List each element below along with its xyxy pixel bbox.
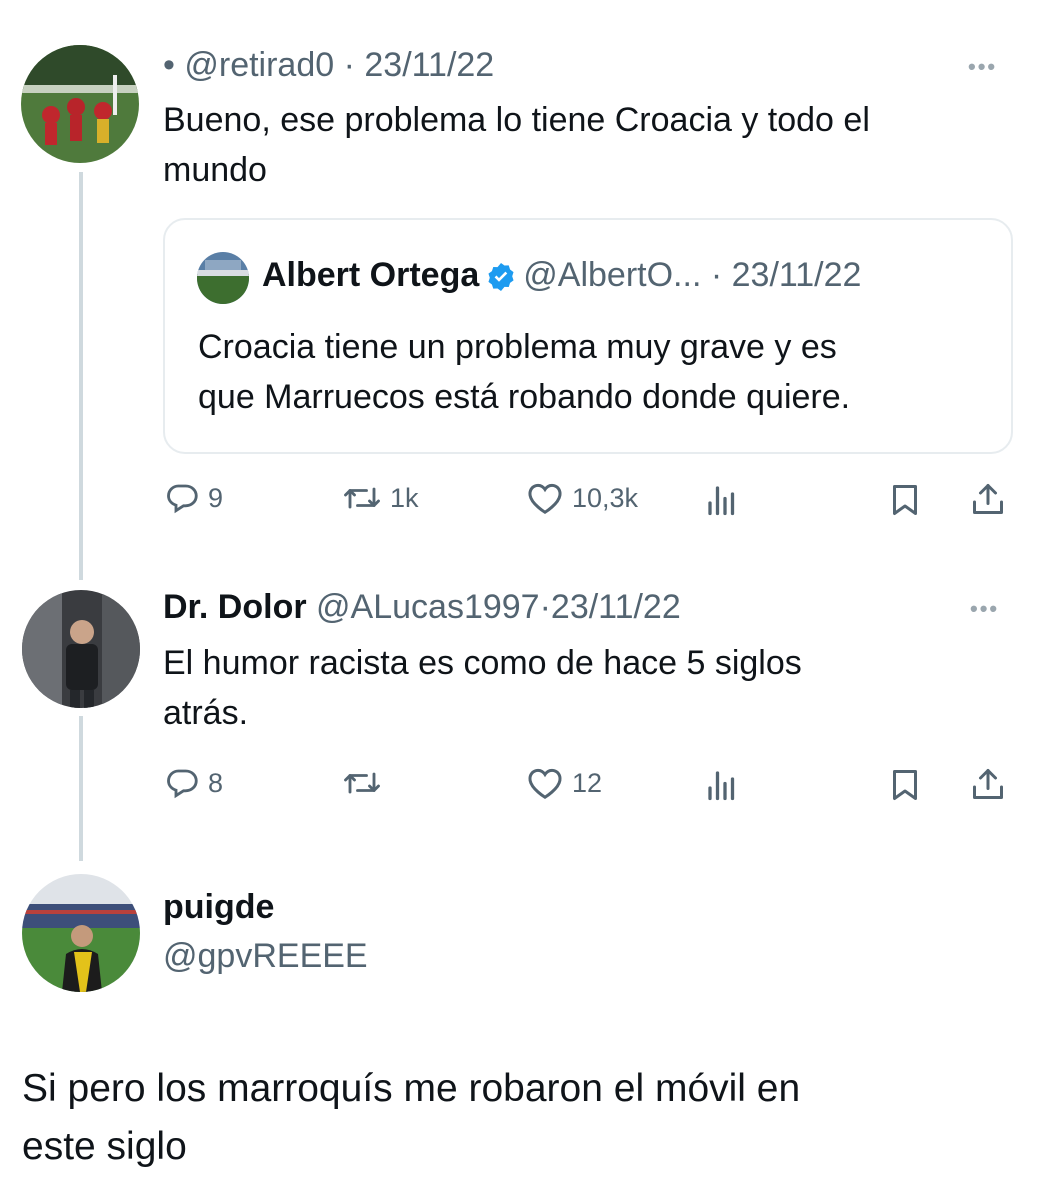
avatar-albert-ortega[interactable] <box>197 252 249 304</box>
tweet1-handle[interactable]: @retirad0 <box>184 46 334 84</box>
tweet1-text-line2: mundo <box>163 151 267 189</box>
quote-author-name[interactable]: Albert Ortega <box>262 256 479 294</box>
tweet2-text-line2: atrás. <box>163 694 249 732</box>
views-icon <box>708 486 735 516</box>
reply-button[interactable]: 8 <box>164 765 223 801</box>
like-count: 10,3k <box>572 482 639 513</box>
tweet2-header: Dr. Dolor @ALucas1997·23/11/22 <box>163 588 681 627</box>
tweet1-header: • @retirad0 · 23/11/22 <box>163 46 494 85</box>
avatar-image <box>21 45 139 163</box>
retweet-icon <box>344 772 380 794</box>
retweet-button[interactable]: 1k <box>342 480 419 516</box>
tweet1-date[interactable]: 23/11/22 <box>364 46 494 84</box>
separator: · <box>710 256 723 294</box>
retweet-count: 1k <box>390 482 419 513</box>
avatar-image <box>22 590 140 708</box>
more-icon[interactable]: ••• <box>970 596 999 622</box>
quote-text-line2: que Marruecos está robando donde quiere. <box>198 378 851 416</box>
retweet-icon <box>344 487 380 509</box>
quote-text: Croacia tiene un problema muy grave y es… <box>198 322 850 422</box>
tweet2-text: El humor racista es como de hace 5 siglo… <box>163 638 802 738</box>
tweet1-text-line1: Bueno, ese problema lo tiene Croacia y t… <box>163 101 870 139</box>
tweet3-text: Si pero los marroquís me robaron el móvi… <box>22 1060 800 1176</box>
quote-author-handle[interactable]: @AlbertO... <box>523 256 701 294</box>
tweet2-date[interactable]: 23/11/22 <box>551 588 681 626</box>
verified-badge-icon <box>488 263 514 292</box>
quote-header: Albert Ortega @AlbertO... · 23/11/22 <box>262 256 861 295</box>
more-icon[interactable]: ••• <box>968 54 997 80</box>
avatar-image <box>22 874 140 992</box>
views-button[interactable] <box>705 767 739 803</box>
like-button[interactable]: 10,3k <box>526 480 638 516</box>
like-count: 12 <box>572 767 603 798</box>
views-icon <box>708 771 735 801</box>
avatar-image <box>197 252 249 304</box>
like-button[interactable]: 12 <box>526 765 602 801</box>
bookmark-button[interactable] <box>888 767 922 803</box>
thread-line-1 <box>79 172 83 580</box>
quote-date[interactable]: 23/11/22 <box>732 256 862 294</box>
tweet3-text-line2: este siglo <box>22 1125 187 1168</box>
share-button[interactable] <box>970 480 1006 518</box>
like-icon <box>528 483 562 515</box>
like-icon <box>528 768 562 800</box>
tweet3-author-name[interactable]: puigde <box>163 888 274 927</box>
reply-icon <box>167 769 198 799</box>
tweet2-text-line1: El humor racista es como de hace 5 siglo… <box>163 644 802 682</box>
reply-count: 8 <box>208 767 224 798</box>
tweet1-text: Bueno, ese problema lo tiene Croacia y t… <box>163 95 870 195</box>
retweet-button[interactable] <box>342 765 390 801</box>
reply-button[interactable]: 9 <box>164 480 223 516</box>
share-button[interactable] <box>970 765 1006 803</box>
bookmark-icon <box>893 770 917 800</box>
separator: · <box>343 46 355 84</box>
share-icon <box>973 484 1003 514</box>
tweet3-handle[interactable]: @gpvREEEE <box>163 937 368 976</box>
avatar-puigde[interactable] <box>22 874 140 992</box>
tweet2-author-name[interactable]: Dr. Dolor <box>163 588 307 626</box>
avatar-retirad0[interactable] <box>21 45 139 163</box>
thread-line-2 <box>79 716 83 861</box>
reply-count: 9 <box>208 482 224 513</box>
bookmark-icon <box>893 485 917 515</box>
bookmark-button[interactable] <box>888 482 922 518</box>
status-dot: • <box>163 46 175 84</box>
share-icon <box>973 769 1003 799</box>
tweet2-handle[interactable]: @ALucas1997 <box>316 588 540 626</box>
quote-text-line1: Croacia tiene un problema muy grave y es <box>198 328 837 366</box>
reply-icon <box>167 484 198 514</box>
views-button[interactable] <box>705 482 739 518</box>
avatar-dr-dolor[interactable] <box>22 590 140 708</box>
separator: · <box>539 588 551 626</box>
tweet3-text-line1: Si pero los marroquís me robaron el móvi… <box>22 1067 801 1110</box>
